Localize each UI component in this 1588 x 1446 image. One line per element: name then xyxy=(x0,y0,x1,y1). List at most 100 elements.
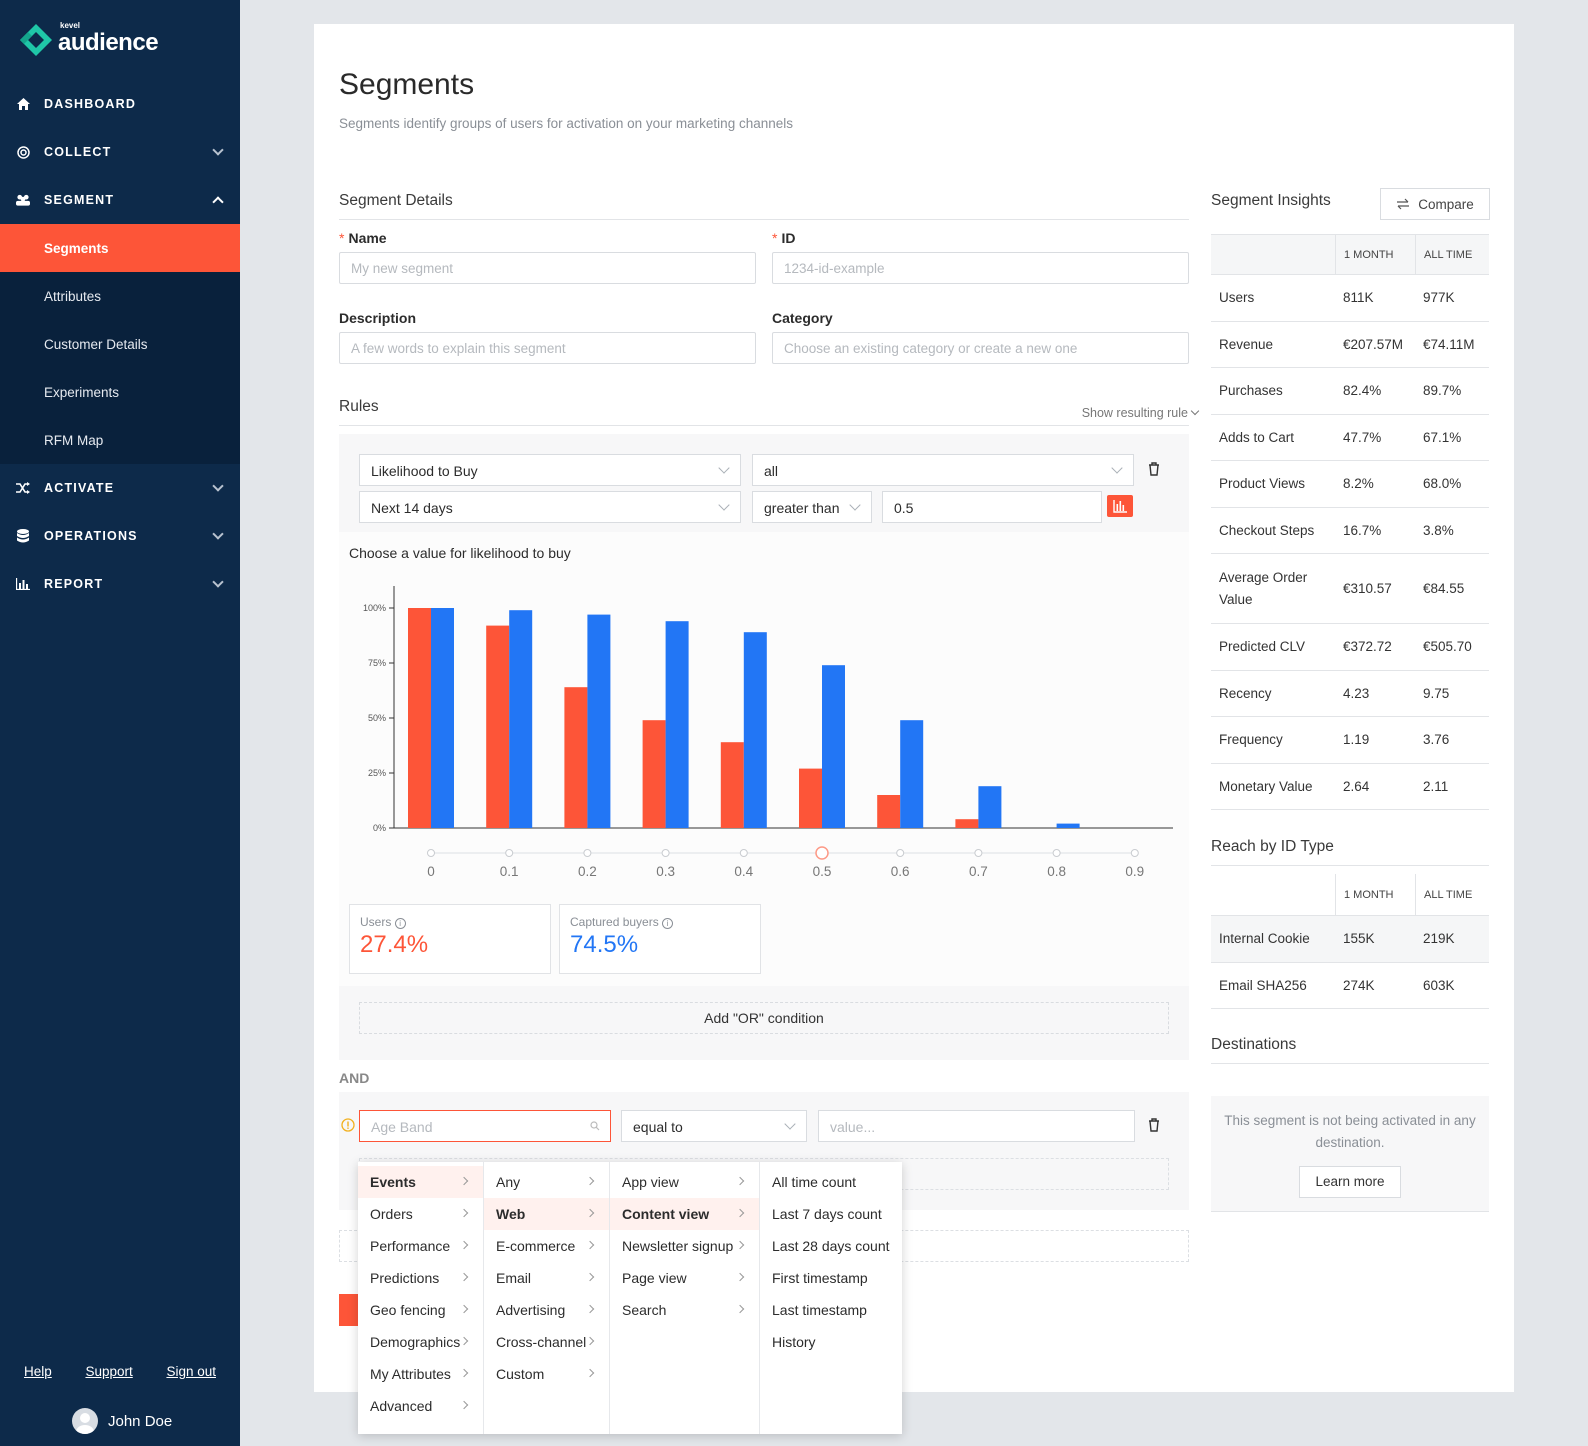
subnav-rfm-map[interactable]: RFM Map xyxy=(0,416,240,464)
warning-icon xyxy=(341,1118,355,1132)
subnav-experiments[interactable]: Experiments xyxy=(0,368,240,416)
chevron-right-icon xyxy=(459,1304,469,1314)
insight-month: 16.7% xyxy=(1343,522,1382,538)
menu-item[interactable]: Events xyxy=(358,1166,483,1198)
operator-select-2[interactable]: equal to xyxy=(621,1110,807,1142)
avatar xyxy=(72,1408,98,1434)
value-input[interactable]: 0.5 xyxy=(882,491,1102,523)
menu-item[interactable]: App view xyxy=(610,1166,759,1198)
nav-activate[interactable]: ACTIVATE xyxy=(0,464,240,512)
bar-buyers xyxy=(431,608,454,828)
period-select[interactable]: Next 14 days xyxy=(359,491,741,523)
menu-item[interactable]: Performance xyxy=(358,1230,483,1262)
attribute-search-input[interactable]: Age Band xyxy=(359,1110,611,1142)
col-1-month: 1 MONTH xyxy=(1335,874,1415,915)
name-input[interactable]: My new segment xyxy=(339,252,756,284)
nav-operations[interactable]: OPERATIONS xyxy=(0,512,240,560)
compare-button[interactable]: Compare xyxy=(1380,188,1490,220)
insight-row: Purchases 82.4% 89.7% xyxy=(1211,368,1489,415)
bar-buyers xyxy=(743,632,767,828)
menu-item[interactable]: Newsletter signup xyxy=(610,1230,759,1262)
home-icon xyxy=(16,97,30,111)
menu-item[interactable]: Orders xyxy=(358,1198,483,1230)
buyers-stat-value: 74.5% xyxy=(570,931,639,958)
menu-item[interactable]: Last 28 days count xyxy=(760,1230,902,1262)
menu-item[interactable]: Any xyxy=(484,1166,609,1198)
save-button[interactable] xyxy=(339,1294,359,1326)
chevron-down-icon xyxy=(1190,406,1200,416)
slider-stop xyxy=(427,849,435,857)
user-profile[interactable]: John Doe xyxy=(72,1408,172,1434)
insight-month: 82.4% xyxy=(1343,383,1382,399)
nav-segment[interactable]: SEGMENT xyxy=(0,176,240,224)
menu-item[interactable]: Last timestamp xyxy=(760,1294,902,1326)
menu-column-channel: Any Web E-commerce Email Advertising Cross-ch… xyxy=(484,1162,610,1434)
description-input[interactable]: A few words to explain this segment xyxy=(339,332,756,364)
signout-link[interactable]: Sign out xyxy=(166,1364,216,1379)
scope-select[interactable]: all xyxy=(752,454,1134,486)
trash-icon[interactable] xyxy=(1148,462,1160,476)
subnav-attributes[interactable]: Attributes xyxy=(0,272,240,320)
category-input[interactable]: Choose an existing category or create a … xyxy=(772,332,1189,364)
insight-all-time: 3.76 xyxy=(1423,732,1450,748)
chevron-right-icon xyxy=(459,1336,469,1346)
menu-item[interactable]: History xyxy=(760,1326,902,1358)
menu-item[interactable]: Predictions xyxy=(358,1262,483,1294)
support-link[interactable]: Support xyxy=(85,1364,132,1379)
menu-item[interactable]: Page view xyxy=(610,1262,759,1294)
chart-toggle-button[interactable] xyxy=(1107,495,1133,517)
show-resulting-rule-toggle[interactable]: Show resulting rule xyxy=(1082,406,1200,420)
slider-stop xyxy=(1130,849,1139,857)
attribute-select[interactable]: Likelihood to Buy xyxy=(359,454,741,486)
add-or-condition-button[interactable]: Add "OR" condition xyxy=(359,1002,1169,1034)
menu-item[interactable]: All time count xyxy=(760,1166,902,1198)
chevron-down-icon xyxy=(784,1118,796,1130)
insight-label: Revenue xyxy=(1219,336,1274,352)
menu-item[interactable]: Web xyxy=(484,1198,609,1230)
logo[interactable]: kevel audience xyxy=(18,21,159,58)
menu-item[interactable]: Geo fencing xyxy=(358,1294,483,1326)
menu-item[interactable]: My Attributes xyxy=(358,1358,483,1390)
menu-item[interactable]: Demographics xyxy=(358,1326,483,1358)
menu-item[interactable]: Email xyxy=(484,1262,609,1294)
insight-label: Adds to Cart xyxy=(1219,429,1295,445)
menu-item[interactable]: First timestamp xyxy=(760,1262,902,1294)
chevron-right-icon xyxy=(735,1176,745,1186)
insight-label: Users xyxy=(1219,290,1255,306)
nav-report[interactable]: REPORT xyxy=(0,560,240,608)
slider-stop xyxy=(815,846,829,860)
id-input[interactable]: 1234-id-example xyxy=(772,252,1189,284)
value-input-2[interactable]: value... xyxy=(818,1110,1135,1142)
nav-label: OPERATIONS xyxy=(44,529,138,543)
logo-mark-icon xyxy=(20,24,52,56)
nav-collect[interactable]: COLLECT xyxy=(0,128,240,176)
trash-icon[interactable] xyxy=(1148,1118,1160,1132)
menu-item[interactable]: Content view xyxy=(610,1198,759,1230)
help-link[interactable]: Help xyxy=(24,1364,52,1379)
reach-month: 155K xyxy=(1343,931,1375,947)
target-icon xyxy=(16,145,30,159)
insight-label: Predicted CLV xyxy=(1219,639,1306,655)
bar-users xyxy=(642,720,666,828)
menu-item[interactable]: Search xyxy=(610,1294,759,1326)
chevron-right-icon xyxy=(459,1208,469,1218)
destinations-heading: Destinations xyxy=(1211,1036,1489,1064)
menu-item[interactable]: Advertising xyxy=(484,1294,609,1326)
menu-item[interactable]: Last 7 days count xyxy=(760,1198,902,1230)
subnav-customer-details[interactable]: Customer Details xyxy=(0,320,240,368)
subnav-segments[interactable]: Segments xyxy=(0,224,240,272)
learn-more-button[interactable]: Learn more xyxy=(1299,1166,1401,1198)
segment-details-heading: Segment Details xyxy=(339,192,1189,220)
likelihood-bar-chart[interactable]: 0% 25% 50% 75% 100% 0 0.1 0.2 0.3 0.4 0.5 0.6 0.7 0.8… xyxy=(339,572,1189,932)
bar-users xyxy=(486,625,510,828)
x-tick-label: 0.2 xyxy=(578,864,597,879)
users-stat-label: Users xyxy=(360,915,392,929)
menu-item[interactable]: Cross-channel xyxy=(484,1326,609,1358)
menu-item[interactable]: Advanced xyxy=(358,1390,483,1422)
destinations-empty-text: This segment is not being activated in a… xyxy=(1224,1113,1476,1150)
menu-item[interactable]: Custom xyxy=(484,1358,609,1390)
nav-dashboard[interactable]: DASHBOARD xyxy=(0,80,240,128)
insight-all-time: 9.75 xyxy=(1423,685,1450,701)
operator-select[interactable]: greater than xyxy=(752,491,872,523)
menu-item[interactable]: E-commerce xyxy=(484,1230,609,1262)
